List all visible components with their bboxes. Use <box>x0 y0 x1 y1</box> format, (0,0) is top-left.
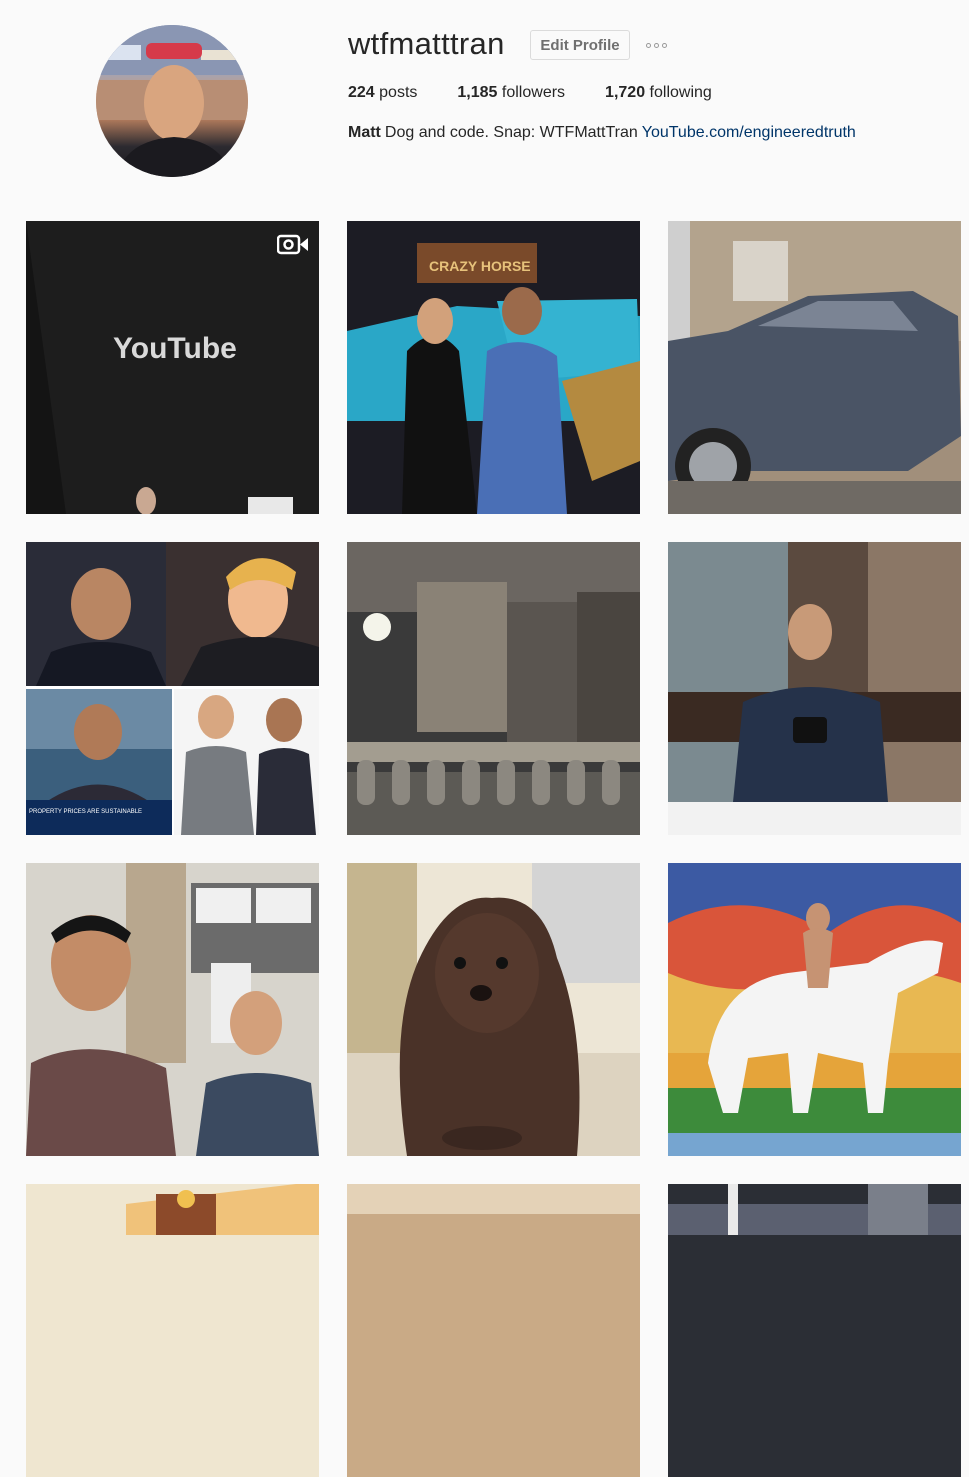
posts-stat: 224 posts <box>348 84 417 102</box>
avatar[interactable] <box>96 25 248 177</box>
followers-count: 1,185 <box>457 84 498 101</box>
post-thumbnail[interactable] <box>668 863 961 1156</box>
followers-label: followers <box>501 84 566 101</box>
posts-label: posts <box>379 84 418 101</box>
following-label: following <box>649 84 712 101</box>
bio-name: Matt <box>348 124 381 141</box>
post-thumbnail[interactable] <box>347 863 640 1156</box>
post-thumbnail[interactable]: CRAZY HORSE <box>347 221 640 514</box>
bar-sign-text: CRAZY HORSE <box>429 258 531 274</box>
post-thumbnail[interactable] <box>668 542 961 835</box>
profile-username: wtfmatttran <box>348 26 505 61</box>
following-count: 1,720 <box>605 84 646 101</box>
post-thumbnail[interactable] <box>668 221 961 514</box>
profile-bio: Matt Dog and code. Snap: WTFMattTran YouTu… <box>348 124 856 142</box>
edit-profile-button[interactable]: Edit Profile <box>530 30 630 60</box>
post-thumbnail[interactable] <box>668 1184 961 1477</box>
youtube-logo-text: YouTube <box>113 332 237 365</box>
news-ticker-text: PROPERTY PRICES ARE SUSTAINABLE <box>29 809 142 815</box>
post-thumbnail[interactable] <box>347 1184 640 1477</box>
bio-link[interactable]: YouTube.com/engineeredtruth <box>642 124 856 141</box>
posts-count: 224 <box>348 84 375 101</box>
post-thumbnail[interactable] <box>26 1184 319 1477</box>
post-thumbnail[interactable] <box>26 863 319 1156</box>
bio-text: Dog and code. Snap: WTFMattTran <box>384 124 638 141</box>
post-thumbnail[interactable] <box>347 542 640 835</box>
ellipsis-icon[interactable] <box>646 40 672 50</box>
profile-stats: 224 posts 1,185 followers 1,720 followin… <box>348 84 752 102</box>
video-camera-icon <box>277 234 309 255</box>
post-thumbnail[interactable]: YouTube <box>26 221 319 514</box>
followers-stat[interactable]: 1,185 followers <box>457 84 565 102</box>
post-thumbnail[interactable]: PROPERTY PRICES ARE SUSTAINABLE <box>26 542 319 835</box>
following-stat[interactable]: 1,720 following <box>605 84 712 102</box>
